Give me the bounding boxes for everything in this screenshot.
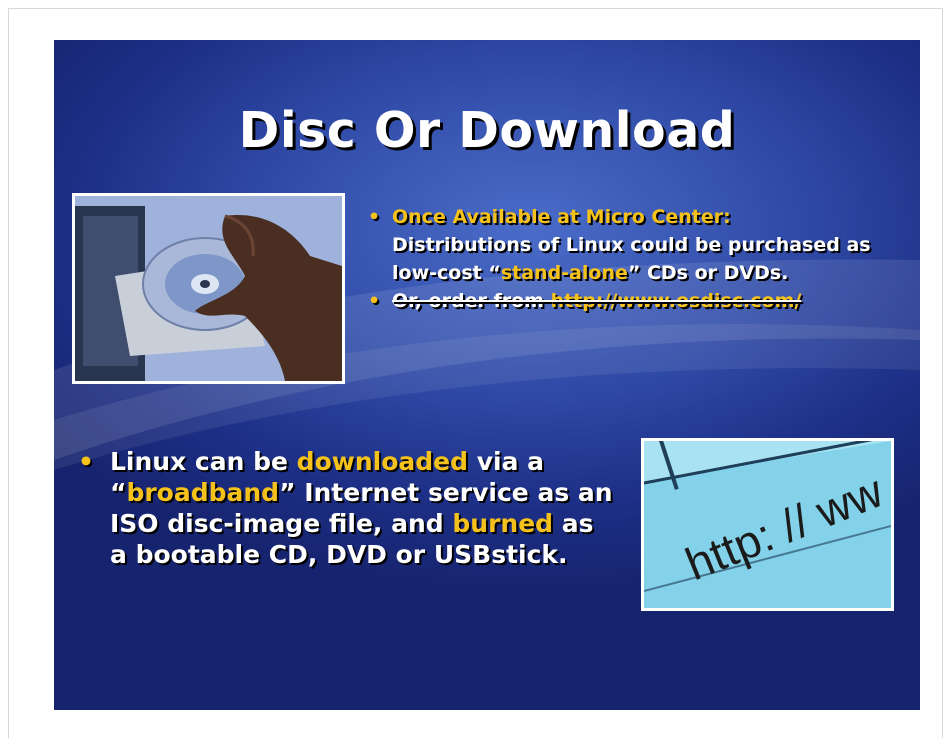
bullet-text: Linux can be: [110, 447, 297, 476]
bullet-text: Or, order from: [392, 290, 551, 312]
browser-address-photo: http: // ww: [641, 438, 894, 611]
disc-tray-photo: [72, 193, 345, 384]
bullet-icon: •: [78, 447, 94, 476]
bullet-icon: •: [368, 206, 381, 228]
osdisc-link[interactable]: http://www.osdisc.com/: [551, 290, 802, 312]
download-bullet: • Linux can be downloaded via a “broadba…: [78, 446, 618, 570]
slide: Disc Or Download • Once Available at Mic…: [54, 40, 920, 710]
highlight-burned: burned: [452, 509, 554, 538]
bullet-icon: •: [368, 290, 381, 312]
bullet-micro-center: • Once Available at Micro Center: Distri…: [364, 203, 899, 287]
highlight-downloaded: downloaded: [296, 447, 468, 476]
bullet-heading: Once Available at Micro Center:: [392, 206, 731, 228]
bullet-osdisc: • Or, order from http://www.osdisc.com/: [364, 287, 899, 315]
slide-title: Disc Or Download: [238, 102, 736, 159]
http-photo-illustration: http: // ww: [644, 441, 891, 608]
bullet-download: • Linux can be downloaded via a “broadba…: [78, 446, 618, 570]
highlight-broadband: broadband: [126, 478, 280, 507]
top-bullet-list: • Once Available at Micro Center: Distri…: [364, 203, 899, 315]
disc-photo-illustration: [75, 196, 342, 381]
bullet-highlight: stand-alone: [500, 262, 628, 284]
bullet-text-end: ” CDs or DVDs.: [627, 262, 789, 284]
